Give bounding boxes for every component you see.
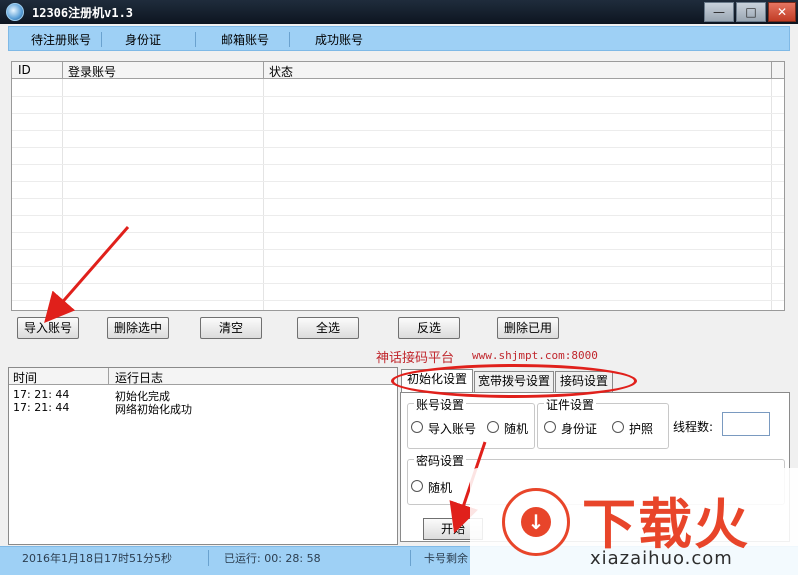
title-bar: 12306注册机v1.3 — □ ✕ xyxy=(0,0,798,24)
group-title: 密码设置 xyxy=(414,452,467,469)
grid-line xyxy=(12,164,784,165)
column-divider xyxy=(108,368,109,385)
thread-count-label: 线程数: xyxy=(673,420,714,434)
platform-url-link[interactable]: www.shjmpt.com:8000 xyxy=(472,349,598,362)
grid-line xyxy=(12,198,784,199)
watermark: ↓ 下载火 xiazaihuo.com xyxy=(470,468,798,575)
grid-line xyxy=(12,283,784,284)
import-accounts-button[interactable]: 导入账号 xyxy=(17,317,79,339)
delete-used-button[interactable]: 删除已用 xyxy=(497,317,559,339)
platform-name: 神话接码平台 xyxy=(376,351,455,366)
grid-line xyxy=(12,300,784,301)
download-badge-icon: ↓ xyxy=(502,488,570,556)
column-divider xyxy=(62,62,63,79)
invert-selection-button[interactable]: 反选 xyxy=(398,317,460,339)
window-title: 12306注册机v1.3 xyxy=(32,6,134,20)
column-divider xyxy=(771,62,772,79)
radio-passport[interactable] xyxy=(612,421,624,433)
tab-success-accounts[interactable]: 成功账号 xyxy=(315,31,363,48)
radio-import-account[interactable] xyxy=(411,421,423,433)
radio-random-password[interactable] xyxy=(411,480,423,492)
download-arrow-icon: ↓ xyxy=(521,507,551,537)
status-date: 2016年1月18日17时51分5秒 xyxy=(22,552,172,565)
tab-pending-accounts[interactable]: 待注册账号 xyxy=(31,31,91,48)
column-header-status[interactable]: 状态 xyxy=(269,63,293,80)
grid-line xyxy=(12,130,784,131)
radio-label: 随机 xyxy=(504,422,529,436)
log-header: 时间 运行日志 xyxy=(9,368,397,385)
maximize-button[interactable]: □ xyxy=(736,2,766,22)
status-runtime: 已运行: 00: 28: 58 xyxy=(224,552,321,565)
clear-button[interactable]: 清空 xyxy=(200,317,262,339)
column-header-time[interactable]: 时间 xyxy=(13,369,37,386)
status-divider xyxy=(208,550,209,566)
column-header-login[interactable]: 登录账号 xyxy=(68,63,116,80)
account-table[interactable]: ID 登录账号 状态 xyxy=(11,61,785,311)
radio-id-card[interactable] xyxy=(544,421,556,433)
log-time: 17: 21: 44 xyxy=(13,388,70,401)
tab-dialup-settings[interactable]: 宽带拨号设置 xyxy=(474,371,554,392)
radio-label: 护照 xyxy=(629,422,654,436)
grid-line xyxy=(12,215,784,216)
nav-divider xyxy=(289,32,290,47)
log-panel[interactable]: 时间 运行日志 17: 21: 44 初始化完成 17: 21: 44 网络初始… xyxy=(8,367,398,545)
column-header-id[interactable]: ID xyxy=(18,63,31,77)
group-title: 账号设置 xyxy=(414,396,467,413)
column-header-log[interactable]: 运行日志 xyxy=(115,369,163,386)
table-header: ID 登录账号 状态 xyxy=(12,62,784,79)
group-title: 证件设置 xyxy=(544,396,597,413)
grid-line xyxy=(12,266,784,267)
top-nav: 待注册账号 身份证 邮箱账号 成功账号 xyxy=(8,26,790,51)
grid-line xyxy=(12,96,784,97)
select-all-button[interactable]: 全选 xyxy=(297,317,359,339)
nav-divider xyxy=(195,32,196,47)
radio-label: 导入账号 xyxy=(428,422,477,436)
grid-line xyxy=(12,232,784,233)
log-time: 17: 21: 44 xyxy=(13,401,70,414)
radio-label: 身份证 xyxy=(561,422,598,436)
watermark-url: xiazaihuo.com xyxy=(590,548,733,569)
grid-line xyxy=(12,181,784,182)
radio-random-account[interactable] xyxy=(487,421,499,433)
grid-line xyxy=(12,113,784,114)
log-message: 网络初始化成功 xyxy=(115,403,192,416)
status-divider xyxy=(410,550,411,566)
tab-id-cards[interactable]: 身份证 xyxy=(125,31,161,48)
minimize-button[interactable]: — xyxy=(704,2,734,22)
radio-label: 随机 xyxy=(428,481,453,495)
delete-selected-button[interactable]: 删除选中 xyxy=(107,317,169,339)
tab-email-accounts[interactable]: 邮箱账号 xyxy=(221,31,269,48)
app-icon xyxy=(6,3,24,21)
thread-count-input[interactable] xyxy=(722,412,770,436)
grid-line xyxy=(12,147,784,148)
nav-divider xyxy=(101,32,102,47)
tab-init-settings[interactable]: 初始化设置 xyxy=(401,369,473,393)
grid-line xyxy=(12,249,784,250)
tab-sms-settings[interactable]: 接码设置 xyxy=(555,371,613,392)
close-button[interactable]: ✕ xyxy=(768,2,796,22)
status-balance: 卡号剩余 xyxy=(424,552,468,565)
column-divider xyxy=(263,62,264,79)
